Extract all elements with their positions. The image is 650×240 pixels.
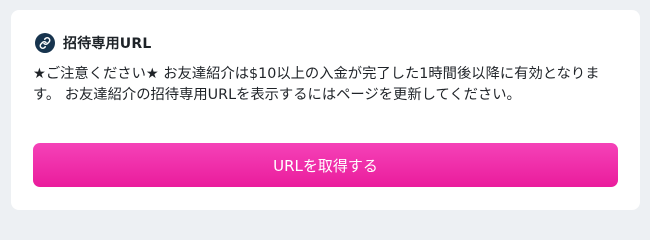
card-title: 招待専用URL [63, 36, 152, 52]
get-url-button[interactable]: URLを取得する [33, 143, 618, 187]
link-icon [35, 33, 55, 53]
invite-url-card: 招待専用URL ★ご注意ください★ お友達紹介は$10以上の入金が完了した1時間… [11, 10, 640, 210]
card-header: 招待専用URL [35, 32, 151, 54]
notice-text: ★ご注意ください★ お友達紹介は$10以上の入金が完了した1時間後以降に有効とな… [33, 66, 600, 103]
